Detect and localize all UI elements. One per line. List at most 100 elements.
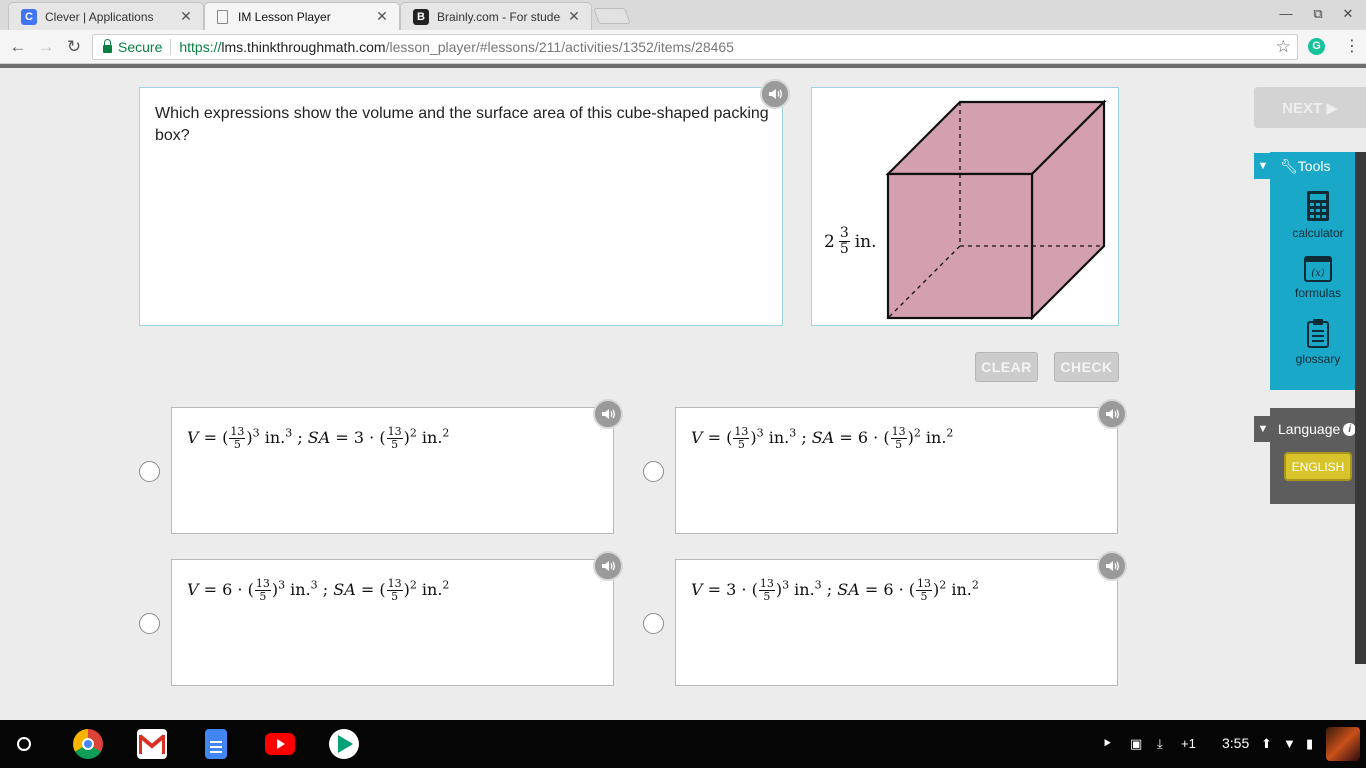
address-bar[interactable]: Secure https:// lms.thinkthroughmath.com… bbox=[92, 34, 1298, 60]
choice-a-radio[interactable] bbox=[139, 461, 160, 482]
choice-d-radio[interactable] bbox=[643, 613, 664, 634]
reload-icon[interactable]: ↻ bbox=[64, 37, 84, 57]
forward-icon[interactable]: → bbox=[36, 37, 56, 57]
tool-formulas[interactable]: (x) formulas bbox=[1270, 256, 1366, 300]
youtube-app-icon[interactable] bbox=[265, 733, 295, 755]
speaker-icon bbox=[602, 561, 615, 571]
check-button[interactable]: CHECK bbox=[1054, 352, 1119, 382]
english-language-button[interactable]: ENGLISH bbox=[1284, 452, 1352, 481]
minimize-icon[interactable]: — bbox=[1276, 6, 1296, 21]
tool-label: calculator bbox=[1292, 226, 1344, 240]
choice-a-audio-button[interactable] bbox=[593, 399, 623, 429]
formulas-icon: (x) bbox=[1304, 256, 1332, 282]
download-icon[interactable]: ⤓ bbox=[1157, 736, 1163, 752]
wrench-icon: 🔧︎ bbox=[1280, 157, 1298, 174]
sync-icon: ⬆ bbox=[1261, 736, 1272, 751]
speaker-icon bbox=[769, 89, 782, 99]
bookmark-star-icon[interactable]: ☆ bbox=[1276, 37, 1291, 57]
fraction-denominator: 5 bbox=[839, 241, 849, 257]
page-favicon-icon bbox=[217, 9, 228, 24]
tool-calculator[interactable]: calculator bbox=[1270, 190, 1366, 240]
fraction-numerator: 3 bbox=[838, 225, 850, 242]
launcher-icon[interactable] bbox=[17, 737, 31, 751]
gmail-app-icon[interactable] bbox=[137, 729, 167, 759]
choice-d-audio-button[interactable] bbox=[1097, 551, 1127, 581]
user-avatar[interactable] bbox=[1326, 727, 1360, 761]
edge-length-label: 2 3 5 in. bbox=[824, 226, 877, 257]
url-protocol: https:// bbox=[179, 39, 222, 55]
choice-d-card[interactable]: V = 3 · (13 5)3 in.3 ; SA = 6 · (13 5)2 in… bbox=[675, 559, 1118, 686]
unit-label: in. bbox=[854, 231, 877, 252]
tab-clever[interactable]: C Clever | Applications ✕ bbox=[8, 2, 204, 30]
tab-strip: C Clever | Applications ✕ IM Lesson Play… bbox=[0, 0, 1366, 30]
choice-a-card[interactable]: V = (13 5)3 in.3 ; SA = 3 · (13 5)2 in.2 bbox=[171, 407, 614, 534]
close-icon[interactable]: ✕ bbox=[567, 8, 581, 25]
glossary-icon bbox=[1307, 319, 1329, 348]
svg-text:(x): (x) bbox=[1311, 268, 1325, 279]
divider bbox=[170, 39, 172, 55]
collapse-triangle-icon: ▼ bbox=[1254, 416, 1272, 442]
question-card: Which expressions show the volume and th… bbox=[139, 87, 783, 326]
choice-d-expression: V = 3 · (13 5)3 in.3 ; SA = 6 · (13 5)2 in… bbox=[691, 577, 979, 603]
url-host: lms.thinkthroughmath.com bbox=[221, 39, 386, 55]
tab-lesson-player[interactable]: IM Lesson Player ✕ bbox=[204, 2, 400, 30]
language-toggle[interactable]: ▼ Language i bbox=[1254, 416, 1357, 442]
tab-title: IM Lesson Player bbox=[238, 9, 331, 24]
back-icon[interactable]: ← bbox=[8, 37, 28, 57]
screenshot-icon[interactable]: ▣ bbox=[1130, 736, 1142, 752]
side-scrollbar[interactable] bbox=[1355, 152, 1366, 664]
calculator-icon bbox=[1307, 191, 1329, 221]
close-icon[interactable]: ✕ bbox=[179, 8, 193, 25]
clock[interactable]: 3:55 bbox=[1222, 735, 1249, 751]
close-window-icon[interactable]: ✕ bbox=[1338, 6, 1358, 22]
tools-toggle[interactable]: ▼ 🔧︎ Tools bbox=[1254, 153, 1366, 179]
cube-diagram bbox=[885, 99, 1107, 320]
restore-icon[interactable]: ⧉ bbox=[1308, 6, 1328, 22]
grammarly-extension-icon[interactable]: G bbox=[1308, 38, 1325, 55]
clever-favicon-icon: C bbox=[21, 8, 37, 25]
close-icon[interactable]: ✕ bbox=[375, 8, 389, 25]
secure-label: Secure bbox=[118, 39, 163, 55]
new-tab-button[interactable] bbox=[593, 8, 631, 24]
fraction: 3 5 bbox=[838, 225, 850, 257]
choice-b-radio[interactable] bbox=[643, 461, 664, 482]
play-store-app-icon[interactable] bbox=[329, 729, 359, 759]
tool-glossary[interactable]: glossary bbox=[1270, 318, 1366, 366]
choice-c-audio-button[interactable] bbox=[593, 551, 623, 581]
chrome-app-icon[interactable] bbox=[73, 729, 103, 759]
language-header-label: Language bbox=[1278, 421, 1341, 437]
tab-title: Brainly.com - For studen bbox=[437, 9, 561, 24]
speaker-icon bbox=[1106, 561, 1119, 571]
figure-card: 2 3 5 in. bbox=[811, 87, 1119, 326]
cast-icon[interactable]: ⯈ bbox=[1102, 736, 1112, 752]
browser-toolbar: ← → ↻ Secure https:// lms.thinkthroughma… bbox=[0, 30, 1366, 64]
tool-label: glossary bbox=[1295, 352, 1341, 366]
speaker-icon bbox=[1106, 409, 1119, 419]
brainly-favicon-icon: B bbox=[413, 8, 429, 25]
browser-menu-icon[interactable]: ⋮ bbox=[1344, 36, 1360, 56]
battery-icon: ▮ bbox=[1306, 736, 1314, 751]
next-button[interactable]: NEXT ▶ bbox=[1254, 87, 1366, 128]
notification-count[interactable]: +1 bbox=[1181, 736, 1196, 751]
question-audio-button[interactable] bbox=[760, 79, 790, 109]
tab-brainly[interactable]: B Brainly.com - For studen ✕ bbox=[400, 2, 592, 30]
choice-c-radio[interactable] bbox=[139, 613, 160, 634]
tab-title: Clever | Applications bbox=[45, 9, 154, 24]
docs-app-icon[interactable] bbox=[205, 729, 227, 759]
mixed-number-whole: 2 bbox=[824, 231, 835, 252]
tool-label: formulas bbox=[1294, 286, 1341, 300]
lock-icon bbox=[103, 39, 112, 53]
url-path: /lesson_player/#lessons/211/activities/1… bbox=[385, 39, 734, 55]
wifi-icon: ▼ bbox=[1283, 736, 1296, 751]
clear-button[interactable]: CLEAR bbox=[975, 352, 1038, 382]
question-text: Which expressions show the volume and th… bbox=[155, 105, 769, 144]
choice-b-expression: V = (13 5)3 in.3 ; SA = 6 · (13 5)2 in.2 bbox=[691, 425, 954, 451]
speaker-icon bbox=[602, 409, 615, 419]
choice-c-card[interactable]: V = 6 · (13 5)3 in.3 ; SA = (13 5)2 in.2 bbox=[171, 559, 614, 686]
choice-b-audio-button[interactable] bbox=[1097, 399, 1127, 429]
tools-header-label: Tools bbox=[1297, 158, 1331, 174]
page-header-strip bbox=[0, 64, 1366, 68]
choice-a-expression: V = (13 5)3 in.3 ; SA = 3 · (13 5)2 in.2 bbox=[187, 425, 450, 451]
choice-c-expression: V = 6 · (13 5)3 in.3 ; SA = (13 5)2 in.2 bbox=[187, 577, 450, 603]
choice-b-card[interactable]: V = (13 5)3 in.3 ; SA = 6 · (13 5)2 in.2 bbox=[675, 407, 1118, 534]
